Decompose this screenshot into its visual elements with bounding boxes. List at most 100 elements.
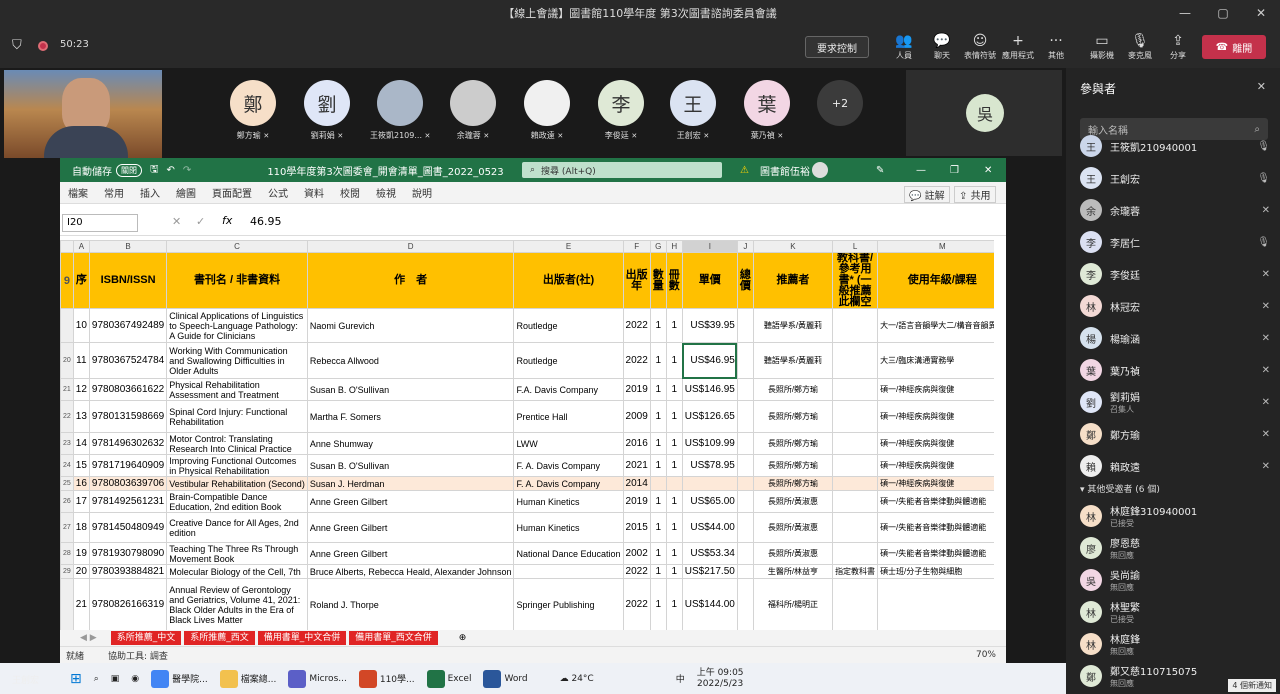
cell[interactable] [513,564,624,579]
cell[interactable]: LWW [513,432,624,455]
cell[interactable]: US$126.65 [681,400,738,433]
cell[interactable]: 1 [665,512,683,543]
cell[interactable]: 2009 [622,400,651,433]
cell[interactable]: 1 [665,578,683,630]
cell[interactable] [736,564,754,579]
column-header[interactable]: C [166,240,308,253]
cell[interactable] [832,542,879,565]
cell[interactable]: 9781719640909 [88,454,168,477]
cell[interactable]: Molecular Biology of the Cell, 7th [166,564,308,579]
cell[interactable] [832,308,879,343]
cell[interactable]: Human Kinetics [513,490,624,513]
invitee-row[interactable]: 林林庭鋒310940001 已接受 [1080,502,1270,530]
edge-icon[interactable]: ◉ [125,663,145,694]
sheet-nav[interactable]: ◀ ▶ [80,633,97,643]
cell[interactable] [736,342,754,379]
cell[interactable]: 碩一/失能者音樂律動與體適能 [877,542,994,565]
close-icon[interactable]: ✕ [1242,0,1280,26]
cell[interactable]: 12 [72,378,90,401]
participant-row[interactable]: 劉劉莉娟 召集人 ✕ [1080,388,1270,416]
cell[interactable]: Clinical Applications of Linguistics to … [166,308,308,343]
sheet-tab[interactable]: 備用書單_中文合併 [257,631,347,645]
cell[interactable]: US$39.95 [681,308,738,343]
participant-row[interactable]: 王王筱凱210940001 🎙 [1080,132,1270,160]
column-header[interactable]: G [649,240,667,253]
column-title[interactable]: ISBN/ISSN [88,252,168,309]
row-number[interactable]: 22 [60,400,74,433]
cell[interactable] [736,400,754,433]
cell[interactable]: 福科所/楊明正 [752,578,834,630]
cell[interactable]: 13 [72,400,90,433]
row-number[interactable] [60,578,74,630]
cell[interactable]: 1 [649,400,667,433]
cell[interactable]: F.A. Davis Company [513,378,624,401]
cell[interactable]: 2002 [622,542,651,565]
people-tool[interactable]: 👥 人員 [885,26,923,68]
cell[interactable]: 2015 [622,512,651,543]
row-number[interactable]: 28 [60,542,74,565]
taskbar-app[interactable]: 醫學院... [145,663,214,694]
cell[interactable]: 2014 [622,476,651,491]
leave-button[interactable]: ☎ 離開 [1202,35,1266,59]
participant-tile[interactable]: 葉葉乃禎 ✕ [737,80,797,141]
cell[interactable]: 長照所/黃淑惠 [752,542,834,565]
cell[interactable] [736,578,754,630]
cell[interactable]: 1 [649,542,667,565]
chat-tool[interactable]: 💬 聊天 [923,26,961,68]
cell[interactable]: 15 [72,454,90,477]
participant-tile[interactable]: +2 [810,80,870,126]
ribbon-tab[interactable]: 常用 [104,185,124,200]
cell[interactable] [736,490,754,513]
cell[interactable]: 1 [665,400,683,433]
sheet-tab[interactable]: 備用書單_西文合併 [349,631,438,645]
cell[interactable]: 長照所/鄭方瑜 [752,378,834,401]
cell[interactable]: Bruce Alberts, Rebecca Heald, Alexander … [306,564,515,579]
participant-tile[interactable]: 王王創宏 ✕ [663,80,723,141]
cell[interactable]: Susan B. O'Sullivan [306,378,515,401]
cell[interactable]: 碩一/神經疾病與復健 [877,400,994,433]
cell[interactable]: 指定教科書 [832,564,879,579]
cell[interactable]: Routledge [513,308,624,343]
corner-cell[interactable] [60,240,74,253]
cell[interactable]: US$65.00 [681,490,738,513]
cell[interactable]: 1 [665,454,683,477]
cell[interactable]: 21 [72,578,90,630]
cell[interactable] [832,476,879,491]
cell[interactable]: US$217.50 [681,564,738,579]
apps-tool[interactable]: + 應用程式 [999,26,1037,68]
cell[interactable]: 2019 [622,490,651,513]
cell[interactable] [832,400,879,433]
column-title[interactable]: 作 者 [306,252,515,309]
row-number[interactable]: 27 [60,512,74,543]
cell[interactable]: F. A. Davis Company [513,454,624,477]
row-number[interactable]: 29 [60,564,74,579]
cell[interactable]: US$78.95 [681,454,738,477]
row-number[interactable]: 23 [60,432,74,455]
cell[interactable]: 9780803661622 [88,378,168,401]
cell[interactable]: 長照所/鄭方瑜 [752,432,834,455]
cell[interactable] [736,542,754,565]
cell[interactable]: 生醫所/林益亨 [752,564,834,579]
cell[interactable]: 14 [72,432,90,455]
minimize-icon[interactable]: — [916,165,926,176]
cell[interactable] [832,342,879,379]
cell[interactable]: 2022 [622,308,651,343]
cell[interactable]: 20 [72,564,90,579]
side-participant-tile[interactable]: 吳 [906,70,1062,156]
accessibility-status[interactable]: 協助工具: 調查 [108,649,168,662]
ribbon-tab[interactable]: 校閱 [340,185,360,200]
cell[interactable]: 9780803639706 [88,476,168,491]
ribbon-tab[interactable]: 檔案 [68,185,88,200]
cell[interactable]: 9780393884821 [88,564,168,579]
ribbon-tab[interactable]: 資料 [304,185,324,200]
row-number[interactable] [60,308,74,343]
autosave-toggle[interactable]: 關閉 [116,163,142,177]
close-icon[interactable]: ✕ [1257,80,1266,93]
cell[interactable]: 1 [665,564,683,579]
column-header[interactable]: K [752,240,834,253]
participant-row[interactable]: 鄭鄭方瑜 ✕ [1080,420,1270,448]
participant-tile[interactable]: 鄭鄭方瑜 ✕ [223,80,283,141]
cell[interactable]: 2022 [622,342,651,379]
add-sheet-icon[interactable]: ⊕ [459,633,467,643]
cell[interactable]: Annual Review of Gerontology and Geriatr… [166,578,308,630]
